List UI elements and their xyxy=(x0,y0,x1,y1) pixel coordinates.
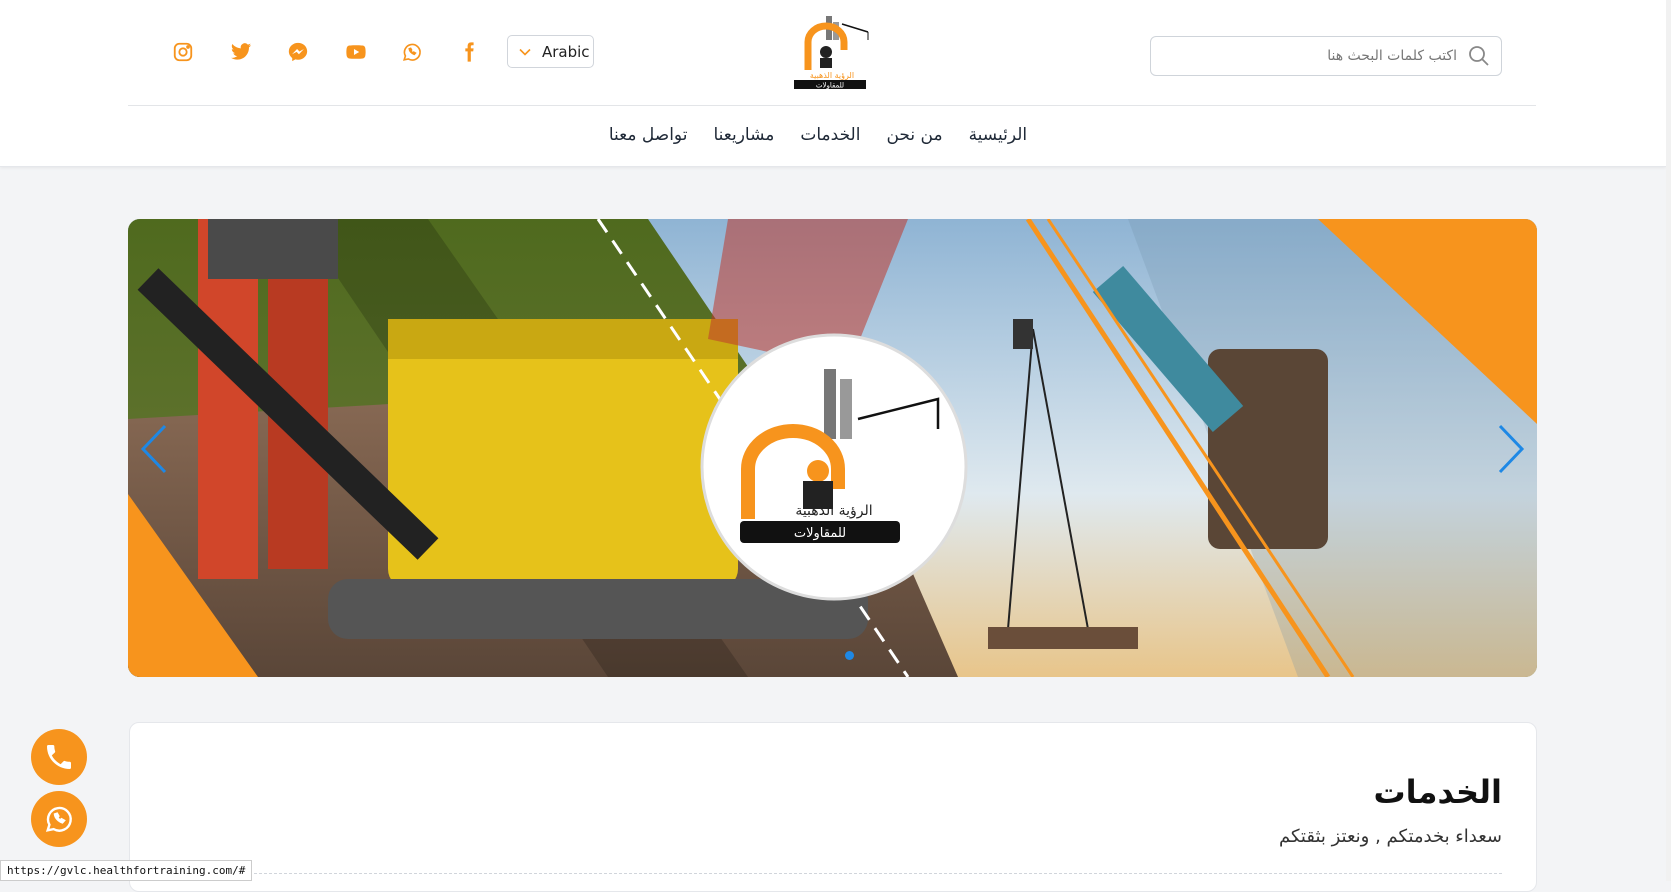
whatsapp-chat-button[interactable] xyxy=(31,791,87,847)
site-header: Arabic الرؤية الذهبية للمقاولات الرئيسية… xyxy=(0,0,1666,167)
hero-slide-image: الرؤية الذهبية للمقاولات xyxy=(128,219,1537,677)
whatsapp-icon xyxy=(45,806,72,832)
slider-next-button[interactable] xyxy=(1491,419,1531,479)
header-divider xyxy=(128,105,1536,106)
logo-text-top: الرؤية الذهبية xyxy=(810,71,854,80)
chevron-right-icon xyxy=(1498,424,1525,474)
services-section: الخدمات سعداء بخدمتكم , ونعتز بثقتكم xyxy=(129,722,1537,892)
site-logo[interactable]: الرؤية الذهبية للمقاولات xyxy=(784,14,876,90)
nav-item-services[interactable]: الخدمات xyxy=(800,125,860,145)
language-label: Arabic xyxy=(542,42,590,61)
twitter-icon[interactable] xyxy=(227,38,255,66)
slider-logo-text-bottom: للمقاولات xyxy=(794,526,846,541)
page-scrollbar[interactable] xyxy=(1666,0,1671,881)
chevron-left-icon xyxy=(140,424,167,474)
call-button[interactable] xyxy=(31,729,87,785)
whatsapp-icon[interactable] xyxy=(398,38,426,66)
main-nav: الرئيسية من نحن الخدمات مشاريعنا تواصل م… xyxy=(0,125,1666,145)
nav-item-projects[interactable]: مشاريعنا xyxy=(713,125,774,145)
instagram-icon[interactable] xyxy=(169,38,197,66)
services-title: الخدمات xyxy=(1373,773,1502,811)
facebook-icon[interactable] xyxy=(455,38,483,66)
slider-pagination-dot[interactable] xyxy=(845,651,854,660)
slider-prev-button[interactable] xyxy=(134,419,174,479)
hero-slider[interactable]: الرؤية الذهبية للمقاولات xyxy=(128,219,1537,677)
language-selector[interactable]: Arabic xyxy=(507,35,594,68)
search-box[interactable] xyxy=(1150,36,1502,76)
search-input[interactable] xyxy=(1187,48,1457,64)
nav-item-home[interactable]: الرئيسية xyxy=(969,125,1028,145)
nav-item-contact[interactable]: تواصل معنا xyxy=(609,125,688,145)
section-divider xyxy=(164,873,1502,874)
services-subtitle: سعداء بخدمتكم , ونعتز بثقتكم xyxy=(1278,826,1502,847)
nav-item-about[interactable]: من نحن xyxy=(886,125,942,145)
phone-icon xyxy=(47,745,71,769)
youtube-icon[interactable] xyxy=(342,38,370,66)
search-icon[interactable] xyxy=(1467,44,1491,68)
messenger-icon[interactable] xyxy=(284,38,312,66)
chevron-down-icon xyxy=(519,48,531,56)
logo-text-bottom: للمقاولات xyxy=(816,82,844,90)
browser-status-url: https://gvlc.healthfortraining.com/# xyxy=(0,860,253,881)
slider-logo-text-top: الرؤية الذهبية xyxy=(795,503,872,519)
